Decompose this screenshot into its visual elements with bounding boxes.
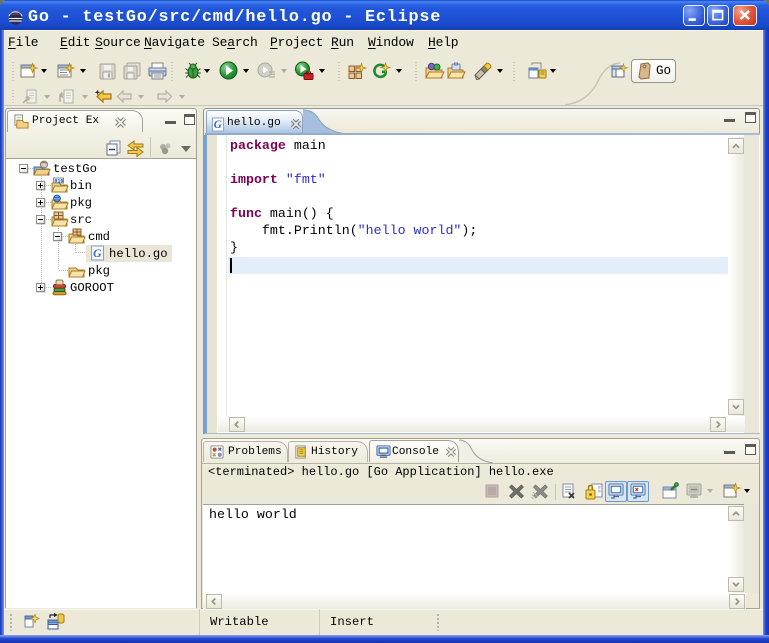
svg-text:G: G xyxy=(93,246,102,260)
svg-text:G: G xyxy=(214,119,222,131)
svg-text:010: 010 xyxy=(54,178,63,184)
